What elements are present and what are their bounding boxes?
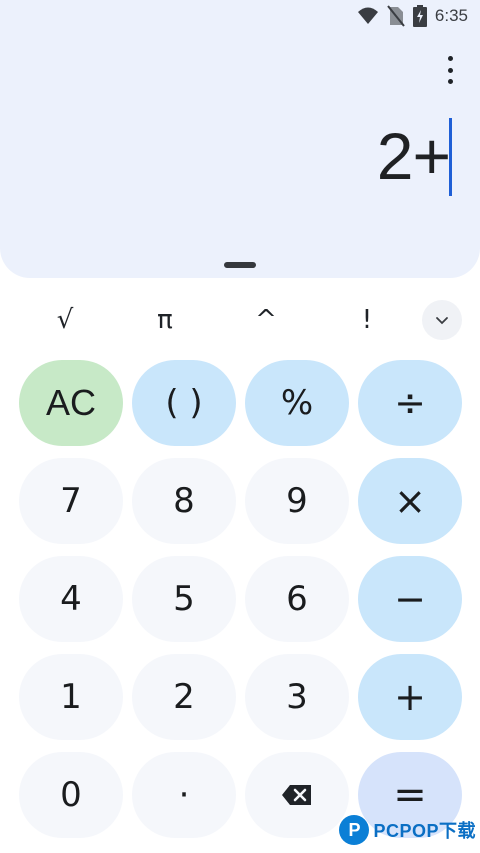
divide-button[interactable]: ÷ xyxy=(358,360,462,446)
watermark: P PCPOP下载 xyxy=(339,815,476,845)
menu-dot xyxy=(447,67,453,73)
parentheses-button[interactable]: ( ) xyxy=(132,360,236,446)
digit-3-button[interactable]: 3 xyxy=(245,654,349,740)
digit-6-button[interactable]: 6 xyxy=(245,556,349,642)
digit-5-button[interactable]: 5 xyxy=(132,556,236,642)
digit-7-button[interactable]: 7 xyxy=(19,458,123,544)
no-sim-icon xyxy=(387,5,405,27)
digit-1-button[interactable]: 1 xyxy=(19,654,123,740)
drag-handle[interactable] xyxy=(224,262,256,268)
menu-dot xyxy=(447,79,453,84)
status-time: 6:35 xyxy=(434,6,468,25)
expression-display[interactable]: 2+ xyxy=(377,118,451,194)
expand-scientific-button[interactable] xyxy=(422,300,462,340)
text-cursor xyxy=(449,118,452,196)
factorial-button[interactable]: ! xyxy=(322,298,412,342)
display-panel: 6:35 2+ xyxy=(0,0,480,278)
backspace-icon xyxy=(282,785,311,805)
status-icons: 6:35 xyxy=(357,5,468,27)
status-bar: 6:35 xyxy=(0,0,480,34)
percent-button[interactable]: % xyxy=(245,360,349,446)
digit-8-button[interactable]: 8 xyxy=(132,458,236,544)
decimal-button[interactable]: · xyxy=(132,752,236,838)
wifi-icon xyxy=(357,7,378,24)
sqrt-button[interactable]: √ xyxy=(20,298,110,342)
scientific-row: √ π ^ ! xyxy=(0,298,480,342)
digit-4-button[interactable]: 4 xyxy=(19,556,123,642)
battery-charging-icon xyxy=(412,5,427,27)
minus-button[interactable]: − xyxy=(358,556,462,642)
backspace-button[interactable] xyxy=(245,752,349,838)
watermark-logo-icon: P xyxy=(339,815,370,845)
plus-button[interactable]: + xyxy=(358,654,462,740)
all-clear-button[interactable]: AC xyxy=(19,360,123,446)
digit-2-button[interactable]: 2 xyxy=(132,654,236,740)
menu-dot xyxy=(447,56,453,61)
multiply-button[interactable]: × xyxy=(358,458,462,544)
overflow-menu-icon[interactable] xyxy=(440,56,460,84)
power-button[interactable]: ^ xyxy=(221,298,311,342)
chevron-down-icon xyxy=(436,317,448,325)
digit-9-button[interactable]: 9 xyxy=(245,458,349,544)
digit-0-button[interactable]: 0 xyxy=(19,752,123,838)
pi-button[interactable]: π xyxy=(120,298,210,342)
watermark-text: PCPOP下载 xyxy=(373,821,476,841)
